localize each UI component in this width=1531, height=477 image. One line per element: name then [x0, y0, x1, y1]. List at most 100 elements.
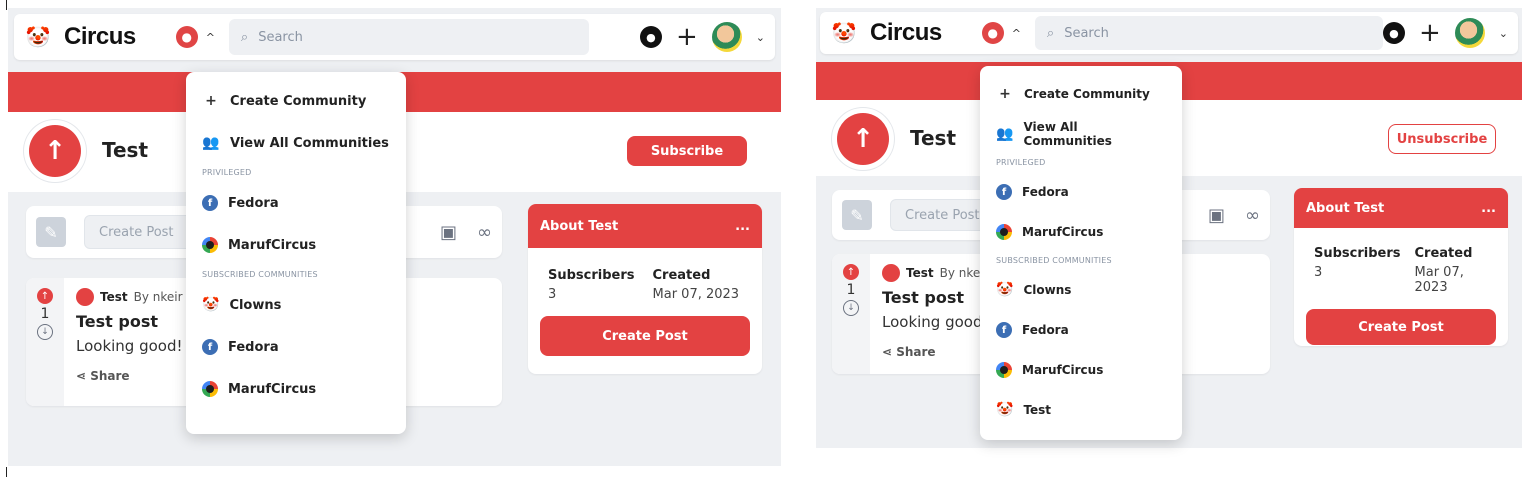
- create-post-actions: ▣ ∞: [1208, 205, 1260, 226]
- search-icon: ⌕: [240, 29, 249, 45]
- subscribers-value: 3: [1314, 265, 1323, 280]
- dropdown-item-fedora[interactable]: f Fedora: [980, 310, 1182, 350]
- post-community[interactable]: Test: [100, 290, 128, 304]
- dropdown-item-label: Clowns: [1023, 283, 1072, 297]
- section-subscribed: SUBSCRIBED COMMUNITIES: [202, 270, 318, 279]
- community-icon: [882, 264, 900, 282]
- chevron-up-icon: ^: [1011, 26, 1021, 40]
- chrome-icon: [202, 237, 218, 253]
- image-icon[interactable]: ▣: [1208, 205, 1225, 226]
- search-placeholder: Search: [258, 29, 303, 45]
- dropdown-item-test[interactable]: 🤡 Test: [980, 390, 1182, 430]
- dropdown-item-label: MarufCircus: [1022, 363, 1104, 377]
- post-author[interactable]: By nkeir: [134, 290, 183, 304]
- dropdown-item-marufcircus[interactable]: MarufCircus: [980, 212, 1182, 252]
- vote-column: ↑ 1 ↓: [26, 278, 64, 406]
- user-avatar[interactable]: [711, 22, 742, 52]
- dropdown-item-label: Test: [1023, 403, 1052, 417]
- community-dropdown: + Create Community 👥 View All Communities …: [186, 72, 406, 434]
- upvote-icon[interactable]: ↑: [843, 264, 859, 280]
- image-icon[interactable]: ▣: [440, 222, 457, 243]
- about-header: About Test ...: [528, 204, 762, 248]
- crop-mark: [6, 467, 7, 477]
- view-all-label: View All Communities: [1023, 120, 1112, 148]
- dropdown-item-fedora[interactable]: f Fedora: [186, 182, 406, 224]
- dropdown-item-marufcircus[interactable]: MarufCircus: [186, 224, 406, 266]
- brand-name[interactable]: Circus: [64, 23, 136, 51]
- github-icon[interactable]: ●: [639, 26, 662, 48]
- unsubscribe-button[interactable]: Unsubscribe: [1388, 124, 1496, 154]
- more-icon[interactable]: ...: [1481, 201, 1496, 216]
- community-title: Test: [102, 138, 149, 162]
- post-community[interactable]: Test: [906, 266, 934, 280]
- plus-icon[interactable]: +: [676, 24, 698, 50]
- community-switcher[interactable]: ● ^: [175, 26, 215, 48]
- share-button[interactable]: ⋖ Share: [882, 345, 936, 359]
- chrome-icon: [996, 224, 1012, 240]
- more-icon[interactable]: ...: [735, 219, 750, 234]
- create-community-item[interactable]: + Create Community: [186, 80, 406, 122]
- create-post-button[interactable]: Create Post: [540, 316, 750, 356]
- people-icon: 👥: [202, 135, 220, 151]
- dropdown-item-clowns[interactable]: 🤡 Clowns: [980, 270, 1182, 310]
- top-navbar: 🤡 Circus ● ^ ⌕ Search ● + ⌄: [820, 12, 1518, 54]
- create-post-button[interactable]: Create Post: [1306, 309, 1496, 345]
- search-input[interactable]: ⌕ Search: [228, 19, 589, 55]
- chevron-down-icon[interactable]: ⌄: [756, 31, 765, 44]
- created-value: Mar 07, 2023: [652, 287, 740, 302]
- plus-icon: +: [205, 93, 217, 109]
- dropdown-item-clowns[interactable]: 🤡 Clowns: [186, 284, 406, 326]
- clown-icon: 🤡: [996, 282, 1014, 298]
- upvote-icon[interactable]: ↑: [37, 288, 53, 304]
- created-value: Mar 07, 2023: [1414, 265, 1464, 295]
- fedora-icon: f: [996, 322, 1012, 338]
- navbar-actions: ● + ⌄: [1382, 18, 1508, 48]
- share-icon: ⋖: [76, 369, 91, 383]
- search-input[interactable]: ⌕ Search: [1034, 16, 1383, 50]
- dropdown-item-label: MarufCircus: [228, 237, 317, 253]
- downvote-icon[interactable]: ↓: [37, 324, 53, 340]
- community-avatar: ↑: [832, 108, 894, 170]
- about-card: About Test ... Subscribers 3 Created Mar…: [528, 204, 762, 374]
- link-icon[interactable]: ∞: [477, 222, 492, 243]
- link-icon[interactable]: ∞: [1245, 205, 1260, 226]
- dropdown-item-fedora[interactable]: f Fedora: [186, 326, 406, 368]
- share-button[interactable]: ⋖ Share: [76, 369, 130, 383]
- dropdown-item-marufcircus[interactable]: MarufCircus: [980, 350, 1182, 390]
- plus-icon[interactable]: +: [1419, 20, 1441, 46]
- github-icon[interactable]: ●: [1382, 22, 1405, 44]
- subscribe-button[interactable]: Subscribe: [627, 136, 747, 166]
- view-all-label: View All Communities: [230, 135, 389, 151]
- people-icon: 👥: [996, 126, 1014, 142]
- arrow-up-icon: ↑: [29, 125, 81, 177]
- user-avatar[interactable]: [1454, 18, 1485, 48]
- create-community-item[interactable]: + Create Community: [980, 74, 1182, 114]
- chevron-up-icon: ^: [205, 30, 215, 44]
- dropdown-item-marufcircus[interactable]: MarufCircus: [186, 368, 406, 410]
- downvote-icon[interactable]: ↓: [843, 300, 859, 316]
- subscribers-label: Subscribers: [548, 268, 635, 283]
- view-all-communities-item[interactable]: 👥 View All Communities: [186, 122, 406, 164]
- share-label: Share: [896, 345, 936, 359]
- community-dropdown: + Create Community 👥 View All Communities …: [980, 66, 1182, 440]
- vote-column: ↑ 1 ↓: [832, 254, 870, 374]
- clown-logo-icon[interactable]: 🤡: [830, 19, 858, 47]
- top-navbar: 🤡 Circus ● ^ ⌕ Search ● + ⌄: [14, 14, 775, 60]
- about-stats: Subscribers 3 Created Mar 07, 2023: [1294, 228, 1508, 295]
- view-all-communities-item[interactable]: 👥 View All Communities: [980, 114, 1182, 154]
- clown-logo-icon[interactable]: 🤡: [24, 23, 52, 51]
- community-switcher[interactable]: ● ^: [981, 22, 1021, 44]
- community-title: Test: [910, 126, 957, 150]
- dropdown-item-label: Fedora: [228, 339, 279, 355]
- create-community-label: Create Community: [230, 93, 367, 109]
- navbar-actions: ● + ⌄: [639, 22, 765, 52]
- about-header: About Test ...: [1294, 188, 1508, 228]
- dropdown-item-label: MarufCircus: [1022, 225, 1104, 239]
- fedora-icon: f: [202, 195, 218, 211]
- dropdown-item-label: Clowns: [229, 297, 282, 313]
- chevron-down-icon[interactable]: ⌄: [1499, 27, 1508, 40]
- brand-name[interactable]: Circus: [870, 19, 942, 47]
- clown-icon: 🤡: [996, 402, 1014, 418]
- dropdown-item-fedora[interactable]: f Fedora: [980, 172, 1182, 212]
- section-privileged: PRIVILEGED: [996, 158, 1046, 167]
